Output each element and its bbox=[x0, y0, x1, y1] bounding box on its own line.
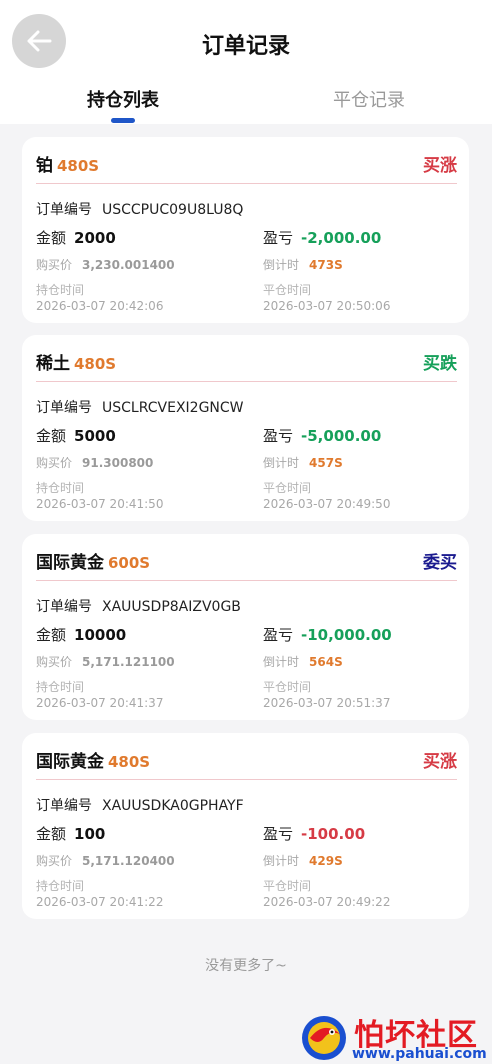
product-name: 铂 bbox=[36, 156, 53, 176]
open-time-value: 2026-03-07 20:41:22 bbox=[36, 895, 164, 909]
countdown-value: 564S bbox=[309, 655, 343, 669]
countdown-value: 429S bbox=[309, 854, 343, 868]
card-divider bbox=[36, 183, 457, 184]
amount-label: 金额 bbox=[36, 229, 67, 247]
order-number-label: 订单编号 bbox=[36, 400, 92, 416]
amount-value: 10000 bbox=[74, 626, 127, 644]
countdown-value: 473S bbox=[309, 258, 343, 272]
open-time-value: 2026-03-07 20:42:06 bbox=[36, 299, 164, 313]
order-direction: 委买 bbox=[423, 553, 457, 573]
order-number-label: 订单编号 bbox=[36, 599, 92, 615]
order-card[interactable]: 国际黄金 600S 委买 订单编号 XAUUSDP8AIZV0GB 金额 10000 … bbox=[22, 534, 469, 720]
active-tab-indicator bbox=[111, 118, 135, 123]
order-number-value: XAUUSDP8AIZV0GB bbox=[102, 599, 241, 615]
pahuai-logo-icon bbox=[302, 1016, 346, 1060]
pnl-label: 盈亏 bbox=[263, 626, 294, 644]
close-time-value: 2026-03-07 20:49:22 bbox=[263, 895, 391, 909]
tab-closed-records[interactable]: 平仓记录 bbox=[269, 86, 469, 112]
order-number-line: 订单编号 USCCPUC09U8LU8Q bbox=[36, 199, 243, 219]
tab-positions[interactable]: 持仓列表 bbox=[23, 86, 223, 112]
open-time-value: 2026-03-07 20:41:37 bbox=[36, 696, 164, 710]
order-number-line: 订单编号 USCLRCVEXI2GNCW bbox=[36, 397, 244, 417]
product-name: 国际黄金 bbox=[36, 553, 104, 573]
buy-price-value: 5,171.121100 bbox=[82, 655, 175, 669]
card-divider bbox=[36, 381, 457, 382]
order-card-header: 国际黄金 480S 买涨 bbox=[36, 747, 457, 772]
order-card-header: 铂 480S 买涨 bbox=[36, 151, 457, 176]
order-number-line: 订单编号 XAUUSDKA0GPHAYF bbox=[36, 795, 244, 815]
amount-value: 5000 bbox=[74, 427, 116, 445]
buy-price-value: 91.300800 bbox=[82, 456, 154, 470]
order-number-value: USCLRCVEXI2GNCW bbox=[102, 400, 244, 416]
order-duration: 600S bbox=[108, 554, 151, 572]
no-more-text: 没有更多了~ bbox=[205, 958, 287, 974]
order-card[interactable]: 国际黄金 480S 买涨 订单编号 XAUUSDKA0GPHAYF 金额 100 盈亏… bbox=[22, 733, 469, 919]
close-time-value: 2026-03-07 20:51:37 bbox=[263, 696, 391, 710]
close-time-value: 2026-03-07 20:50:06 bbox=[263, 299, 391, 313]
pnl-value: -2,000.00 bbox=[301, 229, 382, 247]
pnl-label: 盈亏 bbox=[263, 229, 294, 247]
pnl-label: 盈亏 bbox=[263, 825, 294, 843]
order-card-header: 国际黄金 600S 委买 bbox=[36, 548, 457, 573]
amount-label: 金额 bbox=[36, 825, 67, 843]
page-title: 订单记录 bbox=[201, 34, 290, 59]
countdown-value: 457S bbox=[309, 456, 343, 470]
watermark-url: www.pahuai.com bbox=[352, 1046, 487, 1062]
order-duration: 480S bbox=[57, 157, 100, 175]
buy-price-label: 购买价 bbox=[36, 456, 73, 470]
buy-price-value: 5,171.120400 bbox=[82, 854, 175, 868]
countdown-label: 倒计时 bbox=[263, 456, 300, 470]
order-duration: 480S bbox=[74, 355, 117, 373]
pnl-value: -10,000.00 bbox=[301, 626, 392, 644]
card-divider bbox=[36, 580, 457, 581]
buy-price-label: 购买价 bbox=[36, 854, 73, 868]
order-direction: 买涨 bbox=[423, 752, 457, 772]
order-duration: 480S bbox=[108, 753, 151, 771]
amount-value: 2000 bbox=[74, 229, 116, 247]
app-header: 订单记录 持仓列表 平仓记录 bbox=[0, 0, 492, 124]
buy-price-label: 购买价 bbox=[36, 655, 73, 669]
pnl-value: -100.00 bbox=[301, 825, 366, 843]
order-card[interactable]: 稀土 480S 买跌 订单编号 USCLRCVEXI2GNCW 金额 5000 盈亏 -… bbox=[22, 335, 469, 521]
card-divider bbox=[36, 779, 457, 780]
pnl-value: -5,000.00 bbox=[301, 427, 382, 445]
order-number-label: 订单编号 bbox=[36, 202, 92, 218]
amount-value: 100 bbox=[74, 825, 106, 843]
order-number-value: XAUUSDKA0GPHAYF bbox=[102, 798, 244, 814]
product-name: 国际黄金 bbox=[36, 752, 104, 772]
countdown-label: 倒计时 bbox=[263, 854, 300, 868]
close-time-value: 2026-03-07 20:49:50 bbox=[263, 497, 391, 511]
tab-bar: 持仓列表 平仓记录 bbox=[0, 86, 492, 124]
order-direction: 买跌 bbox=[423, 354, 457, 374]
order-number-line: 订单编号 XAUUSDP8AIZV0GB bbox=[36, 596, 241, 616]
pnl-label: 盈亏 bbox=[263, 427, 294, 445]
watermark: 怕坏社区 www.pahuai.com bbox=[296, 1008, 492, 1064]
order-card-header: 稀土 480S 买跌 bbox=[36, 349, 457, 374]
open-time-value: 2026-03-07 20:41:50 bbox=[36, 497, 164, 511]
product-name: 稀土 bbox=[36, 354, 70, 374]
amount-label: 金额 bbox=[36, 427, 67, 445]
countdown-label: 倒计时 bbox=[263, 655, 300, 669]
buy-price-label: 购买价 bbox=[36, 258, 73, 272]
amount-label: 金额 bbox=[36, 626, 67, 644]
order-direction: 买涨 bbox=[423, 156, 457, 176]
countdown-label: 倒计时 bbox=[263, 258, 300, 272]
order-number-label: 订单编号 bbox=[36, 798, 92, 814]
buy-price-value: 3,230.001400 bbox=[82, 258, 175, 272]
order-card[interactable]: 铂 480S 买涨 订单编号 USCCPUC09U8LU8Q 金额 2000 盈亏 -2… bbox=[22, 137, 469, 323]
order-number-value: USCCPUC09U8LU8Q bbox=[102, 202, 244, 218]
